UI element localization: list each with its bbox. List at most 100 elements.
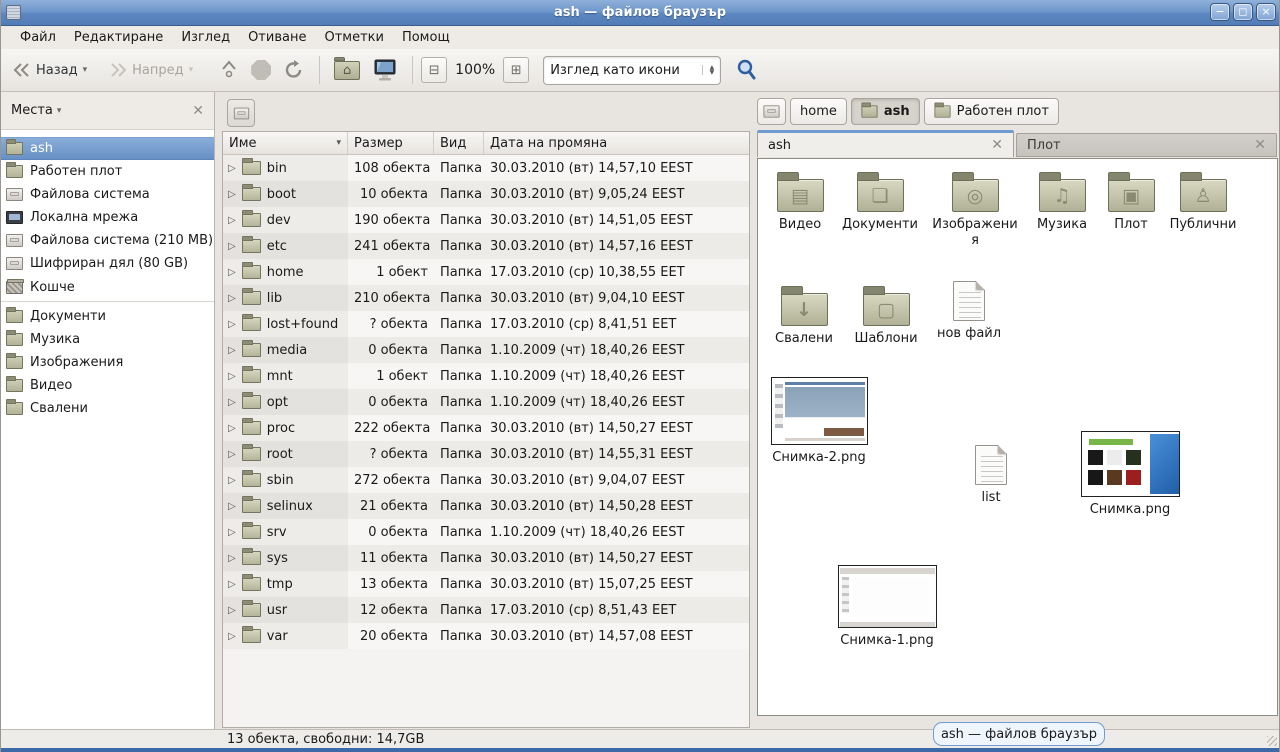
sidebar-item[interactable]: Файлова система (210 MB) xyxy=(1,229,214,252)
file-item[interactable]: Документи xyxy=(834,171,926,233)
column-header-size[interactable]: Размер xyxy=(348,132,434,154)
tree-row[interactable]: ▷ root ? обекта Папка 30.03.2010 (вт) 14… xyxy=(223,441,749,467)
tree-row[interactable]: ▷ boot 10 обекта Папка 30.03.2010 (вт) 9… xyxy=(223,181,749,207)
back-history-chevron-icon[interactable]: ▾ xyxy=(83,65,88,75)
filesystem-root-button[interactable] xyxy=(227,99,255,127)
file-item[interactable]: Снимка-2.png xyxy=(772,377,866,466)
tree-row[interactable]: ▷ mnt 1 обект Папка 1.10.2009 (чт) 18,40… xyxy=(223,363,749,389)
column-header-type[interactable]: Вид xyxy=(434,132,484,154)
stop-button[interactable] xyxy=(245,54,277,86)
column-header-name[interactable]: Име▾ xyxy=(223,132,348,154)
expander-icon[interactable]: ▷ xyxy=(228,189,236,200)
tree-row[interactable]: ▷ var 20 обекта Папка 30.03.2010 (вт) 14… xyxy=(223,623,749,649)
tab-close-icon[interactable]: ✕ xyxy=(1254,137,1266,153)
tree-row[interactable]: ▷ etc 241 обекта Папка 30.03.2010 (вт) 1… xyxy=(223,233,749,259)
maximize-button[interactable]: ◻ xyxy=(1233,3,1253,21)
expander-icon[interactable]: ▷ xyxy=(228,345,236,356)
expander-icon[interactable]: ▷ xyxy=(228,397,236,408)
tree-row[interactable]: ▷ opt 0 обекта Папка 1.10.2009 (чт) 18,4… xyxy=(223,389,749,415)
reload-button[interactable] xyxy=(277,54,311,86)
expander-icon[interactable]: ▷ xyxy=(228,553,236,564)
tree-row[interactable]: ▷ bin 108 обекта Папка 30.03.2010 (вт) 1… xyxy=(223,155,749,181)
sidebar-item[interactable]: Кошче xyxy=(1,275,214,302)
close-button[interactable]: × xyxy=(1256,3,1276,21)
back-button[interactable]: Назад ▾ xyxy=(7,54,93,86)
tab-plot[interactable]: Плот ✕ xyxy=(1016,133,1277,157)
expander-icon[interactable]: ▷ xyxy=(228,527,236,538)
menu-item[interactable]: Изглед xyxy=(172,28,239,47)
expander-icon[interactable]: ▷ xyxy=(228,631,236,642)
path-home-button[interactable]: home xyxy=(790,98,847,125)
expander-icon[interactable]: ▷ xyxy=(228,423,236,434)
forward-button[interactable]: Напред ▾ xyxy=(103,54,199,86)
tree-row[interactable]: ▷ usr 12 обекта Папка 17.03.2010 (ср) 8,… xyxy=(223,597,749,623)
window-list-button[interactable]: ash — файлов браузър xyxy=(933,722,1105,746)
sidebar-item[interactable]: Файлова система xyxy=(1,183,214,206)
file-item[interactable]: list xyxy=(958,445,1024,506)
file-item[interactable]: Снимка.png xyxy=(1078,431,1182,518)
places-chevron-icon[interactable]: ▾ xyxy=(57,106,62,116)
menu-item[interactable]: Файл xyxy=(11,28,65,47)
tree-row[interactable]: ▷ home 1 обект Папка 17.03.2010 (ср) 10,… xyxy=(223,259,749,285)
tab-close-icon[interactable]: ✕ xyxy=(991,137,1003,153)
file-item[interactable]: Музика xyxy=(1026,171,1098,233)
expander-icon[interactable]: ▷ xyxy=(228,501,236,512)
file-item[interactable]: Публични xyxy=(1162,171,1244,233)
tab-ash[interactable]: ash ✕ xyxy=(757,130,1014,157)
tree-row[interactable]: ▷ dev 190 обекта Папка 30.03.2010 (вт) 1… xyxy=(223,207,749,233)
tree-row[interactable]: ▷ sys 11 обекта Папка 30.03.2010 (вт) 14… xyxy=(223,545,749,571)
menu-item[interactable]: Отметки xyxy=(315,28,392,47)
tree-row[interactable]: ▷ proc 222 обекта Папка 30.03.2010 (вт) … xyxy=(223,415,749,441)
file-item[interactable]: Шаблони xyxy=(846,285,926,347)
expander-icon[interactable]: ▷ xyxy=(228,449,236,460)
tree-row[interactable]: ▷ selinux 21 обекта Папка 30.03.2010 (вт… xyxy=(223,493,749,519)
tree-row[interactable]: ▷ lost+found ? обекта Папка 17.03.2010 (… xyxy=(223,311,749,337)
sidebar-item[interactable]: Локална мрежа xyxy=(1,206,214,229)
sidebar-item[interactable]: Шифриран дял (80 GB) xyxy=(1,252,214,275)
expander-icon[interactable]: ▷ xyxy=(228,163,236,174)
view-mode-select[interactable]: Изглед като икони ▲▼ xyxy=(543,56,721,85)
sidebar-item[interactable]: Видео xyxy=(1,374,214,397)
file-item[interactable]: Свалени xyxy=(766,285,842,347)
file-grid[interactable]: Видео Документи Изображения Музика xyxy=(757,158,1278,716)
places-title[interactable]: Места xyxy=(11,103,53,118)
sidebar-item[interactable]: ash xyxy=(1,137,214,160)
expander-icon[interactable]: ▷ xyxy=(228,267,236,278)
file-item[interactable]: Изображения xyxy=(930,171,1020,249)
resize-grip[interactable] xyxy=(1267,736,1277,746)
menu-item[interactable]: Редактиране xyxy=(65,28,172,47)
menu-item[interactable]: Помощ xyxy=(393,28,459,47)
expander-icon[interactable]: ▷ xyxy=(228,319,236,330)
expander-icon[interactable]: ▷ xyxy=(228,605,236,616)
menu-item[interactable]: Отиване xyxy=(239,28,315,47)
file-item[interactable]: Видео xyxy=(764,171,836,233)
sidebar-item[interactable]: Изображения xyxy=(1,351,214,374)
file-item[interactable]: нов файл xyxy=(932,281,1006,342)
expander-icon[interactable]: ▷ xyxy=(228,241,236,252)
zoom-in-button[interactable]: ⊞ xyxy=(503,57,529,83)
sidebar-item[interactable]: Документи xyxy=(1,305,214,328)
sidebar-item[interactable]: Музика xyxy=(1,328,214,351)
tree-row[interactable]: ▷ srv 0 обекта Папка 1.10.2009 (чт) 18,4… xyxy=(223,519,749,545)
path-ash-button[interactable]: ash xyxy=(851,98,920,125)
home-button[interactable]: ⌂ xyxy=(328,54,366,86)
up-button[interactable] xyxy=(213,54,245,86)
expander-icon[interactable]: ▷ xyxy=(228,475,236,486)
search-button[interactable] xyxy=(729,54,765,86)
tree-row[interactable]: ▷ tmp 13 обекта Папка 30.03.2010 (вт) 15… xyxy=(223,571,749,597)
tree-row[interactable]: ▷ lib 210 обекта Папка 30.03.2010 (вт) 9… xyxy=(223,285,749,311)
tree-row[interactable]: ▷ sbin 272 обекта Папка 30.03.2010 (вт) … xyxy=(223,467,749,493)
expander-icon[interactable]: ▷ xyxy=(228,215,236,226)
minimize-button[interactable]: − xyxy=(1210,3,1230,21)
path-desktop-button[interactable]: Работен плот xyxy=(924,98,1059,125)
places-close-icon[interactable]: ✕ xyxy=(192,103,204,119)
file-item[interactable]: Снимка-1.png xyxy=(836,565,938,649)
file-item[interactable]: Плот xyxy=(1102,171,1160,233)
path-root-button[interactable] xyxy=(757,98,786,125)
expander-icon[interactable]: ▷ xyxy=(228,371,236,382)
computer-button[interactable] xyxy=(366,54,404,86)
tree-row[interactable]: ▷ media 0 обекта Папка 1.10.2009 (чт) 18… xyxy=(223,337,749,363)
zoom-out-button[interactable]: ⊟ xyxy=(421,57,447,83)
column-header-date[interactable]: Дата на промяна xyxy=(484,132,749,154)
sidebar-item[interactable]: Работен плот xyxy=(1,160,214,183)
